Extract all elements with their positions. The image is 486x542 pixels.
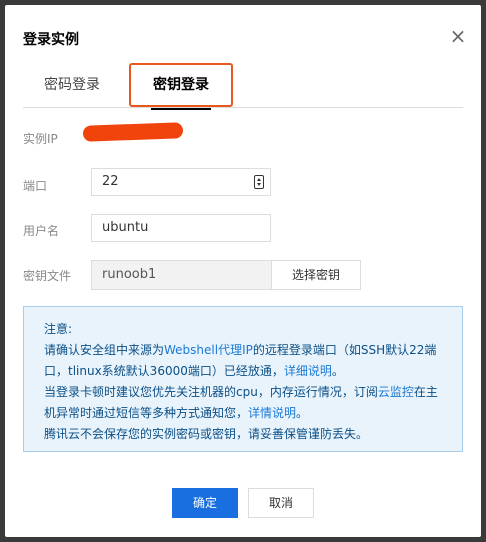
notice-heading: 注意: xyxy=(44,322,73,336)
notice-line-1: 请确认安全组中来源为Webshell代理IP的远程登录端口（如SSH默认22端口… xyxy=(44,343,437,378)
key-file-label: 密钥文件 xyxy=(23,269,72,283)
port-value: 22 xyxy=(102,174,119,189)
notice-line-3: 腾讯云不会保存您的实例密码或密钥，请妥善保管谨防丢失。 xyxy=(44,427,369,441)
notice-line-2: 当登录卡顿时建议您优先关注机器的cpu，内存运行情况，订阅云监控在主机异常时通过… xyxy=(44,385,438,420)
details-link-2[interactable]: 详情说明 xyxy=(248,406,296,420)
cloud-monitor-link[interactable]: 云监控 xyxy=(378,385,414,399)
close-icon[interactable]: × xyxy=(449,26,467,46)
dialog-title: 登录实例 xyxy=(23,32,79,48)
key-file-input: runoob1 xyxy=(91,260,272,290)
login-tabs: 密码登录 密钥登录 xyxy=(23,63,463,110)
username-label: 用户名 xyxy=(23,224,60,238)
port-input[interactable]: 22 xyxy=(91,168,271,196)
webshell-proxy-link[interactable]: Webshell代理IP xyxy=(164,343,253,357)
redacted-ip-mark xyxy=(82,122,184,142)
port-label: 端口 xyxy=(23,179,48,193)
select-key-button[interactable]: 选择密钥 xyxy=(271,260,361,290)
stepper-icon[interactable] xyxy=(254,175,264,189)
instance-ip-label: 实例IP xyxy=(23,132,58,146)
cancel-button[interactable]: 取消 xyxy=(248,488,314,518)
tab-key-login[interactable]: 密钥登录 xyxy=(129,63,233,110)
login-dialog: 登录实例 × 密码登录 密钥登录 实例IP 端口 22 用户名 ubuntu 密… xyxy=(5,5,481,537)
details-link-1[interactable]: 详细说明 xyxy=(284,364,332,378)
notice-box: 注意: 请确认安全组中来源为Webshell代理IP的远程登录端口（如SSH默认… xyxy=(23,306,463,452)
confirm-button[interactable]: 确定 xyxy=(172,488,238,518)
tab-password-login[interactable]: 密码登录 xyxy=(37,65,107,107)
username-input[interactable]: ubuntu xyxy=(91,214,271,242)
